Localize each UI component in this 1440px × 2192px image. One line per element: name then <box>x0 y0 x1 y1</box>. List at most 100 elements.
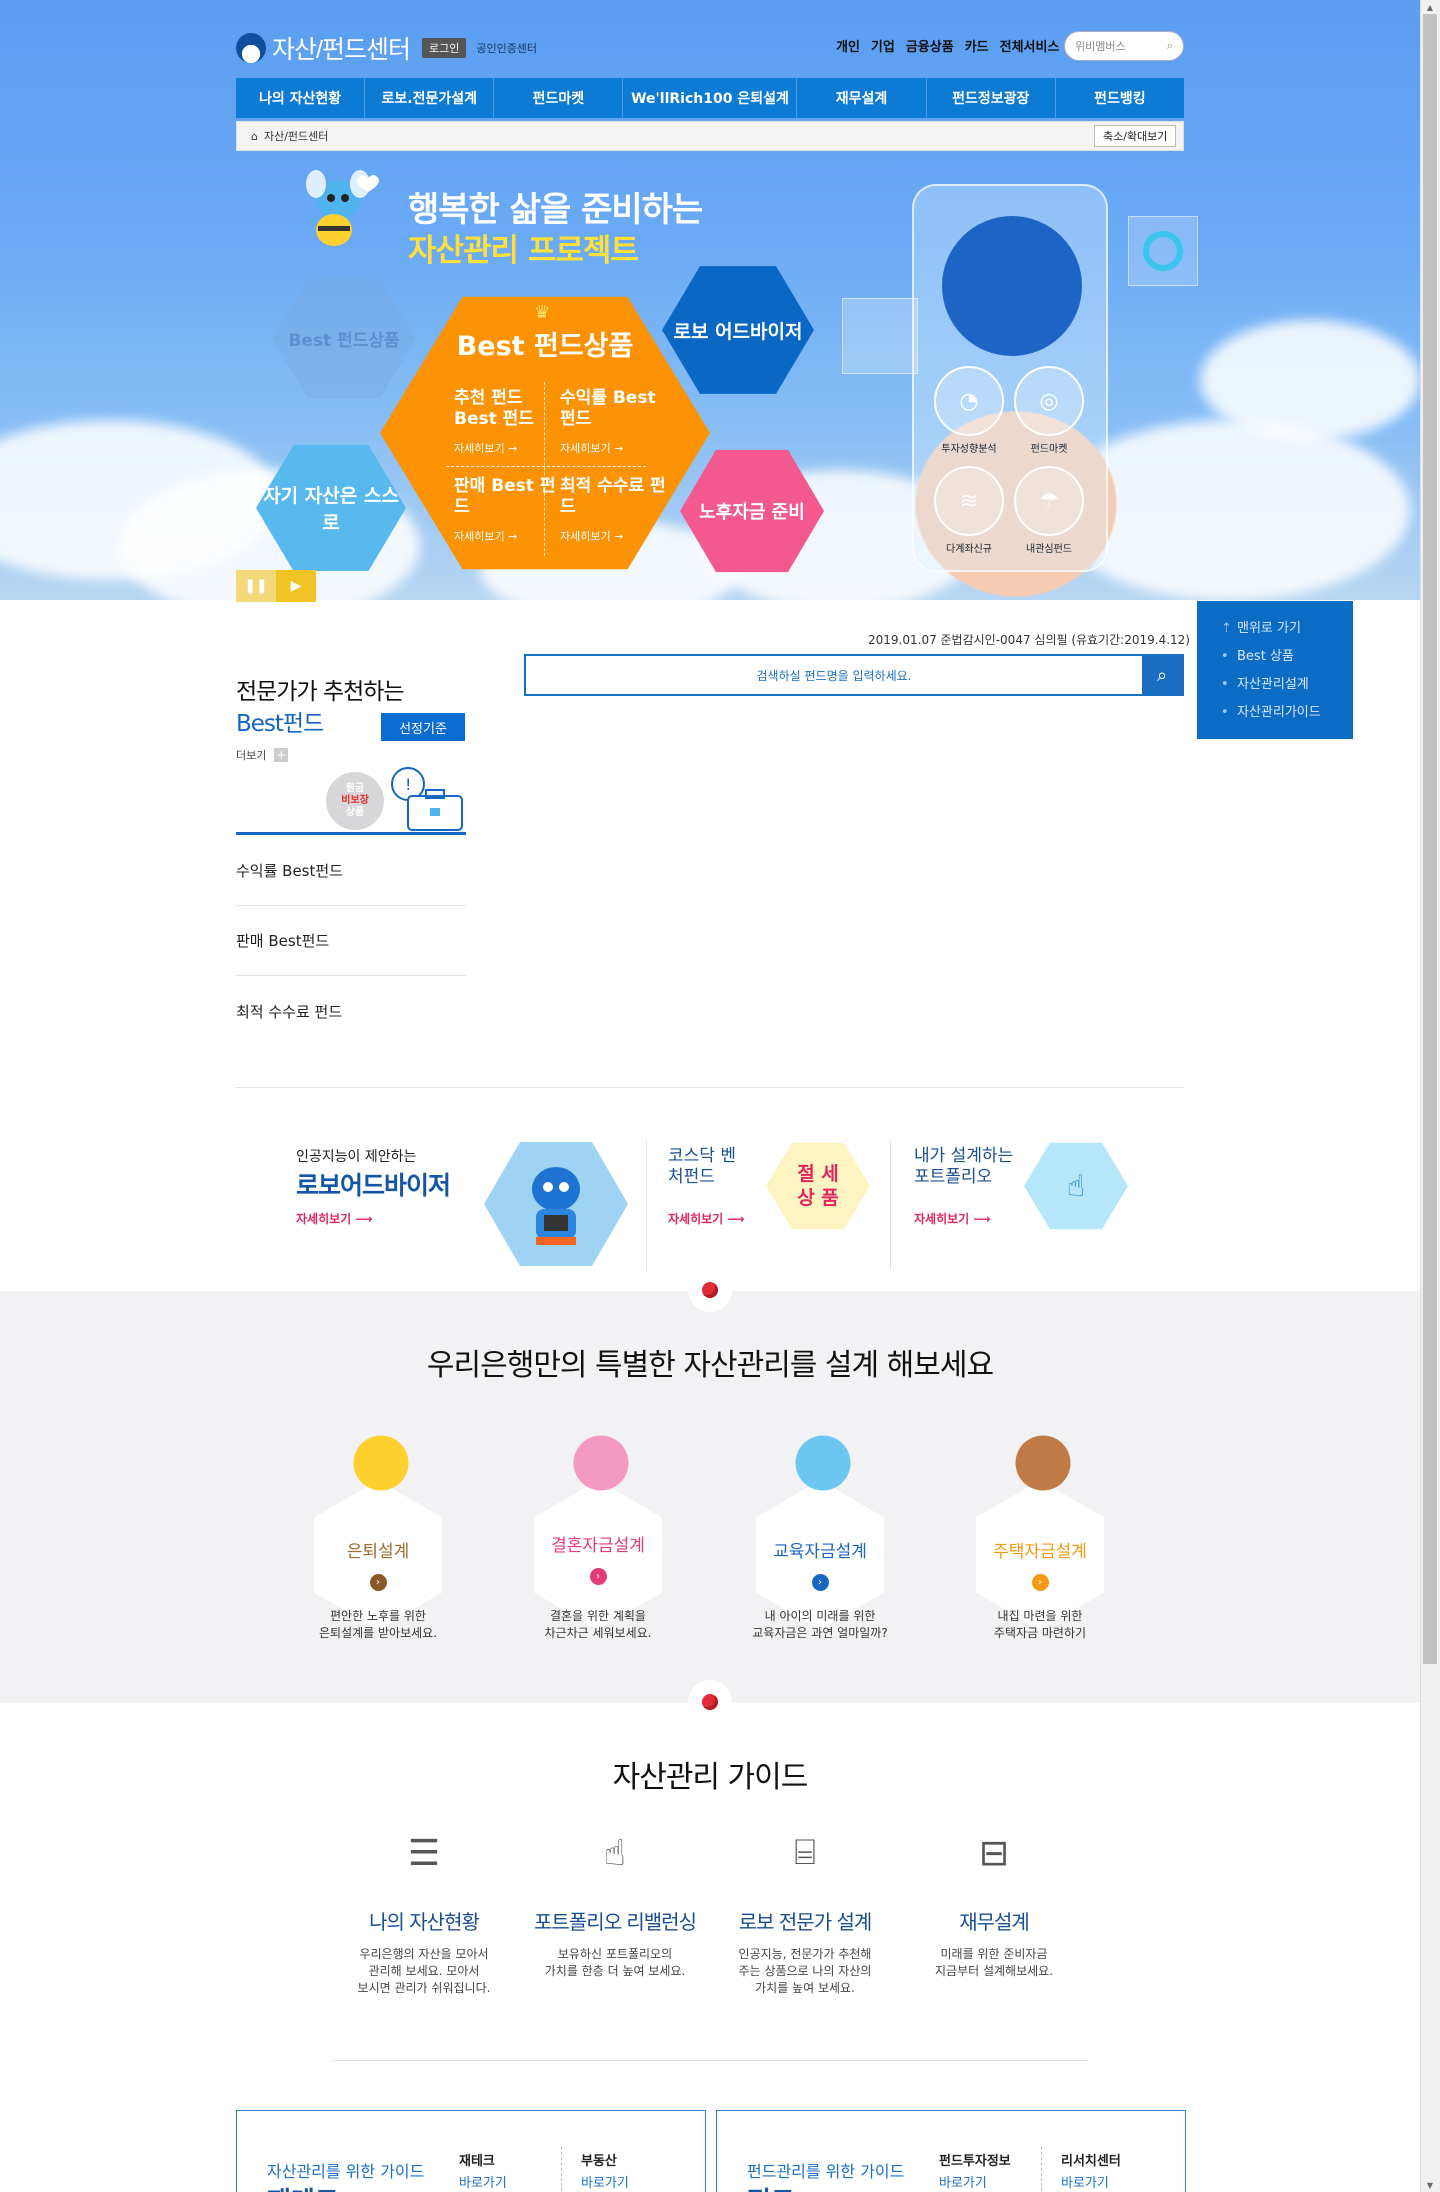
best-fund-title-line2: Best펀드 <box>236 711 324 737</box>
promo-robo-title[interactable]: 로보어드바이저 <box>296 1166 451 1202</box>
gnb-fund-info[interactable]: 펀드정보광장 <box>927 78 1056 118</box>
section-divider <box>332 2060 1088 2061</box>
best-list-sales[interactable]: 판매 Best펀드 <box>236 906 466 976</box>
guide-rebalancing-title[interactable]: 포트폴리오 리밸런싱 <box>515 1906 715 1935</box>
criteria-button[interactable]: 선정기준 <box>381 713 465 741</box>
woori-logo-icon <box>236 33 266 63</box>
quick-asset-design[interactable]: 자산관리설계 <box>1217 671 1353 699</box>
best-list-return[interactable]: 수익률 Best펀드 <box>236 836 466 906</box>
promo-kosdaq-title[interactable]: 코스닥 벤처펀드 <box>668 1146 748 1188</box>
site-logo[interactable]: 자산/펀드센터 로그인 공인인증센터 <box>236 30 537 66</box>
umbrella-icon[interactable]: ☂ <box>1014 466 1084 536</box>
touch-icon: ☝ <box>1024 1142 1128 1230</box>
gnb-my-assets[interactable]: 나의 자산현황 <box>236 78 366 118</box>
guide-my-assets-title[interactable]: 나의 자산현황 <box>324 1906 524 1935</box>
gnb-robo-expert[interactable]: 로보.전문가설계 <box>365 78 495 118</box>
fund-search-input[interactable]: 검색하실 펀드명을 입력하세요. <box>526 656 1142 694</box>
guide-my-assets-desc: 우리은행의 자산을 모아서 관리해 보세요. 모아서 보시면 관리가 쉬워집니다. <box>357 1947 491 1995</box>
card-housing-desc: 내집 마련을 위한 주택자금 마련하기 <box>993 1609 1087 1640</box>
bee-character-icon <box>306 170 379 246</box>
more-link[interactable]: 더보기 + <box>236 747 289 763</box>
fund-guide-col1[interactable]: 펀드투자정보 바로가기 <box>939 2151 1011 2192</box>
fund-guide-big: 펀드 <box>747 2181 795 2192</box>
login-button[interactable]: 로그인 <box>421 38 467 58</box>
detail-link[interactable]: 자세히보기 → <box>454 438 564 459</box>
gnb-fund-banking[interactable]: 펀드뱅킹 <box>1056 78 1184 118</box>
gnb-retirement[interactable]: We'llRich100 은퇴설계 <box>623 78 798 118</box>
svg-text:!: ! <box>405 775 411 794</box>
quick-asset-guide[interactable]: 자산관리가이드 <box>1217 699 1353 727</box>
asset-guide-col1[interactable]: 재테크 바로가기 <box>459 2151 507 2192</box>
bee-wedding-icon <box>566 1428 636 1498</box>
slide-controls: ❚❚ ▶ <box>236 570 316 602</box>
promo-portfolio-title[interactable]: 내가 설계하는 포트폴리오 <box>914 1146 1034 1188</box>
hero-title-line1: 행복한 삶을 준비하는 <box>408 190 703 230</box>
guide-financial-title[interactable]: 재무설계 <box>894 1906 1094 1935</box>
play-icon[interactable]: ▶ <box>276 570 316 602</box>
top-nav-personal[interactable]: 개인 <box>836 36 860 55</box>
quick-menu: 맨위로 가기 Best 상품 자산관리설계 자산관리가이드 <box>1197 601 1353 739</box>
promo-portfolio-more[interactable]: 자세히보기 ⟶ <box>914 1210 991 1227</box>
guide-robo-desc: 인공지능, 전문가가 추천해 주는 상품으로 나의 자산의 가치를 높여 보세요. <box>738 1947 872 1995</box>
top-search-input[interactable]: 위비멤버스 ⌕ <box>1064 31 1184 61</box>
robo-advisor-icon <box>484 1141 628 1267</box>
card-education-desc: 내 아이의 미래를 위한 교육자금은 과연 얼마일까? <box>752 1609 888 1640</box>
crown-icon: ♛ <box>534 302 551 323</box>
fund-guide-box: 펀드관리를 위한 가이드 펀드 펀드투자정보바로가기 리서치센터바로가기 <box>716 2110 1186 2192</box>
search-icon[interactable]: ⌕ <box>1167 39 1173 53</box>
card-retirement-desc: 편안한 노후를 위한 은퇴설계를 받아보세요. <box>318 1609 438 1640</box>
search-icon[interactable]: ⌕ <box>1142 656 1182 694</box>
investment-analysis-icon[interactable]: ◔ <box>934 366 1004 436</box>
scroll-down-icon[interactable]: ▼ <box>1420 2178 1440 2192</box>
fund-market-icon[interactable]: ◎ <box>1014 366 1084 436</box>
best-fund-underline <box>236 832 466 835</box>
asset-guide-col2[interactable]: 부동산 바로가기 <box>581 2151 629 2192</box>
scrollbar-thumb[interactable] <box>1423 14 1437 1664</box>
gnb-financial-plan[interactable]: 재무설계 <box>797 78 927 118</box>
guide-financial-desc: 미래를 위한 준비자금 지금부터 설계해보세요. <box>934 1947 1054 1978</box>
guide-robo-title[interactable]: 로보 전문가 설계 <box>705 1906 905 1935</box>
main-item-recommended[interactable]: 추천 펀드 Best 펀드 자세히보기 → <box>454 388 564 459</box>
main-item-return[interactable]: 수익률 Best 펀드 자세히보기 → <box>560 388 670 459</box>
best-fund-title-line1: 전문가가 추천하는 <box>236 679 405 705</box>
top-nav: 개인 기업 금융상품 카드 전체서비스 ▾ <box>836 36 1070 55</box>
top-nav-products[interactable]: 금융상품 <box>906 36 954 55</box>
arrow-right-icon: › <box>589 1568 607 1585</box>
best-list-fee[interactable]: 최적 수수료 펀드 <box>236 976 466 1046</box>
section-divider <box>236 1087 1184 1088</box>
detail-link[interactable]: 자세히보기 → <box>454 526 564 547</box>
asset-guide-big: 재테크 <box>267 2181 339 2192</box>
top-nav-card[interactable]: 카드 <box>965 36 989 55</box>
scroll-up-icon[interactable]: ▲ <box>1420 0 1440 14</box>
promo-robo-more[interactable]: 자세히보기 ⟶ <box>296 1210 373 1227</box>
robot-character-icon <box>942 216 1082 356</box>
bee-education-icon <box>788 1428 858 1498</box>
quick-best[interactable]: Best 상품 <box>1217 643 1353 671</box>
promo-divider <box>646 1140 647 1270</box>
column-separator <box>1041 2147 1042 2192</box>
promo-kosdaq-more[interactable]: 자세히보기 ⟶ <box>668 1210 745 1227</box>
quick-top[interactable]: 맨위로 가기 <box>1217 615 1353 643</box>
pause-icon[interactable]: ❚❚ <box>236 570 276 602</box>
breadcrumb: ⌂ 자산/펀드센터 <box>236 121 1184 151</box>
sliders-icon: ☰ <box>407 1832 441 1874</box>
bear-housing-icon <box>1008 1428 1078 1498</box>
breadcrumb-current: 자산/펀드센터 <box>263 130 329 143</box>
top-nav-corporate[interactable]: 기업 <box>871 36 895 55</box>
main-item-sales[interactable]: 판매 Best 펀드 자세히보기 → <box>454 476 564 547</box>
plus-icon[interactable]: + <box>274 748 289 762</box>
detail-link[interactable]: 자세히보기 → <box>560 438 670 459</box>
guide-rebalancing-desc: 보유하신 포트폴리오의 가치를 한층 더 높여 보세요. <box>544 1947 686 1978</box>
layers-icon[interactable]: ≋ <box>934 466 1004 536</box>
cert-center-link[interactable]: 공인인증센터 <box>476 40 537 56</box>
guide-section-title: 자산관리 가이드 <box>612 1760 809 1795</box>
divider-horizontal <box>446 466 646 467</box>
top-nav-all-services[interactable]: 전체서비스 ▾ <box>1000 36 1071 55</box>
gnb-fund-market[interactable]: 펀드마켓 <box>494 78 624 118</box>
fund-guide-col2[interactable]: 리서치센터 바로가기 <box>1061 2151 1121 2192</box>
home-icon[interactable]: ⌂ <box>251 130 258 143</box>
mountain-chart-icon <box>842 298 918 374</box>
promo-divider <box>890 1140 891 1270</box>
fund-search-bar: 검색하실 펀드명을 입력하세요. ⌕ <box>524 654 1184 696</box>
zoom-button[interactable]: 축소/확대보기 <box>1094 125 1177 147</box>
